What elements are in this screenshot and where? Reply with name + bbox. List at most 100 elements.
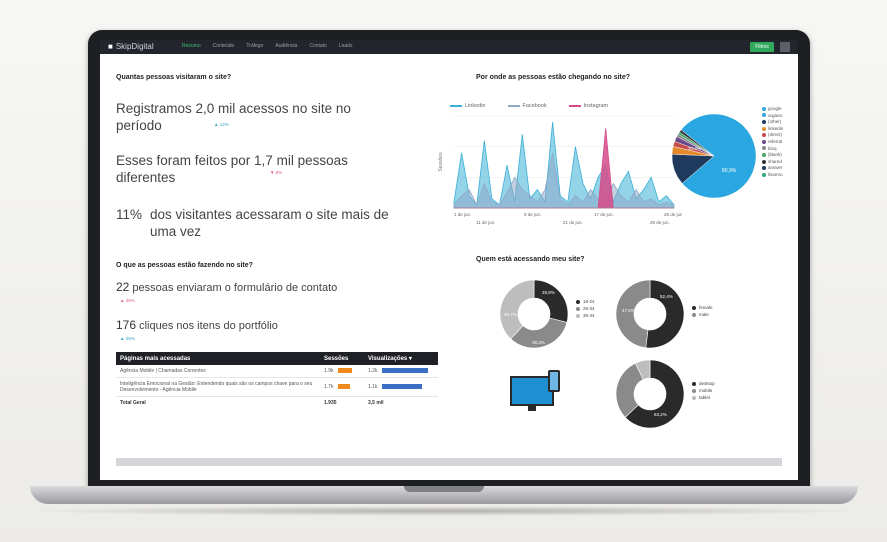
donut-label: 52,4%	[660, 294, 673, 299]
filter-button[interactable]: Filtros	[750, 42, 774, 52]
legend-item: 35-44	[576, 312, 595, 319]
legend-label: 18-24	[583, 299, 595, 304]
legend-label: (direct)	[768, 132, 783, 138]
phone-icon	[548, 370, 560, 392]
total-label: Total Geral	[120, 400, 146, 406]
legend-item: answer	[762, 165, 783, 172]
legend-label: mobile	[699, 388, 713, 393]
portfolio-clicks: 176 cliques nos itens do portfólio	[116, 318, 278, 332]
dashboard-screen: ■ SkipDigital Resumo Conteúdo Tráfego Aud…	[100, 40, 798, 480]
legend-item: 25-34	[576, 305, 595, 312]
horizontal-scrollbar[interactable]	[116, 458, 782, 466]
top-nav-bar: ■ SkipDigital Resumo Conteúdo Tráfego Aud…	[100, 40, 798, 54]
nav-tabs: Resumo Conteúdo Tráfego Audiência Contat…	[182, 43, 352, 49]
x-tick-label: 17 de jun.	[594, 212, 614, 217]
form-delta: ▲ 45%	[120, 298, 135, 303]
visitors-delta: ▼ 8%	[270, 170, 283, 175]
donut-label: 40,7%	[504, 312, 517, 317]
sessions-value: 1.9k	[324, 368, 334, 374]
legend-item: male	[692, 311, 713, 318]
x-tick-label: 1 de jun.	[454, 212, 471, 217]
x-tick-label: 29 de jun.	[650, 220, 670, 225]
views-bar	[382, 368, 428, 374]
legend-label: answer	[768, 165, 783, 171]
tab-contato[interactable]: Contato	[309, 43, 327, 49]
legend-label: 25-34	[583, 306, 595, 311]
legend-item: (blank)	[762, 152, 783, 159]
tab-trafego[interactable]: Tráfego	[246, 43, 263, 49]
views-bar	[382, 384, 422, 390]
tab-leads[interactable]: Leads	[339, 43, 353, 49]
donut-slice	[645, 279, 685, 349]
legend-item: organic	[762, 113, 783, 120]
table-row[interactable]: Inteligência Emocional na Gestão: Entend…	[116, 377, 438, 397]
pie-label: 80,9%	[722, 168, 737, 174]
legend-item: shared	[762, 159, 783, 166]
legend-label: tablet	[699, 395, 711, 400]
donut-slice	[615, 279, 651, 349]
legend-item: referral	[762, 139, 783, 146]
pie-legend: google organic (other) linkedin (direct) refe…	[762, 106, 783, 179]
monitor-stand	[528, 406, 536, 411]
views-value: 1.1k	[368, 384, 378, 390]
legend-item: 18-24	[576, 298, 595, 305]
legend-label: shared	[768, 158, 782, 164]
total-views: 3,5 mil	[368, 400, 384, 406]
legend-label: linkedin	[768, 125, 784, 131]
brand-logo[interactable]: ■ SkipDigital	[108, 42, 154, 51]
row-page: Inteligência Emocional na Gestão: Entend…	[116, 377, 320, 397]
age-donut: 28,8% 40,7% 38,3%	[499, 279, 569, 349]
returning-text: dos visitantes acessaram o site mais de …	[150, 207, 389, 239]
visits-delta: ▲ 12%	[214, 122, 229, 127]
sessions-value: 1.7k	[324, 384, 334, 390]
legend-item: binq	[762, 146, 783, 153]
x-tick-label: 11 de jun.	[476, 220, 495, 225]
legend-label: 35-44	[583, 313, 595, 318]
visitors-unique-text: Esses foram feitos por 1,7 mil pessoas d…	[116, 153, 348, 185]
legend-label: (blank)	[768, 152, 782, 158]
row-views: 1.2k	[364, 365, 438, 378]
donut-label: 63,2%	[654, 412, 667, 417]
legend-item: google	[762, 106, 783, 113]
table-row[interactable]: Agência Mobile | Chamadas Correntes 1.9k…	[116, 365, 438, 378]
legend-label: organic	[768, 112, 783, 118]
x-tick-label: 25 de jun.	[664, 212, 682, 217]
devices-illustration	[510, 370, 570, 414]
views-value: 1.2k	[368, 368, 378, 374]
gender-donut: 52,4% 47,6%	[615, 279, 685, 349]
legend-label: binq	[768, 145, 777, 151]
donut-label: 47,6%	[622, 308, 635, 313]
returning-pct: 11%	[116, 207, 143, 222]
col-sessions[interactable]: Sessões	[320, 352, 364, 365]
sessions-bar	[338, 384, 350, 390]
device-legend: desktop mobile tablet	[692, 380, 715, 401]
y-axis-label: Sessões	[438, 152, 444, 172]
legend-item: (direct)	[762, 132, 783, 139]
table-total-row: Total Geral 1.935 3,5 mil	[116, 397, 438, 410]
avatar[interactable]	[780, 42, 790, 52]
total-sessions: 1.935	[324, 400, 337, 406]
legend-label: referral	[768, 138, 783, 144]
tab-audiencia[interactable]: Audiência	[275, 43, 297, 49]
tab-conteudo[interactable]: Conteúdo	[213, 43, 235, 49]
actions-title: O que as pessoas estão fazendo no site?	[116, 262, 253, 269]
audience-title: Quem está acessando meu site?	[476, 256, 585, 263]
col-page[interactable]: Páginas mais acessadas	[116, 352, 320, 365]
clicks-text: cliques nos itens do portfólio	[139, 320, 278, 332]
clicks-count: 176	[116, 318, 137, 332]
age-legend: 18-24 25-34 35-44	[576, 298, 595, 319]
legend-label: (other)	[768, 119, 782, 125]
laptop-shadow	[20, 506, 868, 516]
donut-label: 28,8%	[542, 290, 555, 295]
legend-item: lisarmo	[762, 172, 783, 179]
col-views[interactable]: Visualizações ▾	[364, 352, 438, 365]
row-views: 1.1k	[364, 377, 438, 397]
form-submissions: 22 pessoas enviaram o formulário de cont…	[116, 280, 337, 294]
donut-label: 38,3%	[532, 340, 545, 345]
visits-total-text: Registramos 2,0 mil acessos no site no p…	[116, 101, 351, 133]
tab-resumo[interactable]: Resumo	[182, 43, 201, 49]
pie-label: 20,3%	[688, 146, 701, 151]
form-count: 22	[116, 280, 130, 294]
sessions-bar	[338, 368, 352, 374]
top-pages-table: Páginas mais acessadas Sessões Visualiza…	[116, 352, 438, 409]
